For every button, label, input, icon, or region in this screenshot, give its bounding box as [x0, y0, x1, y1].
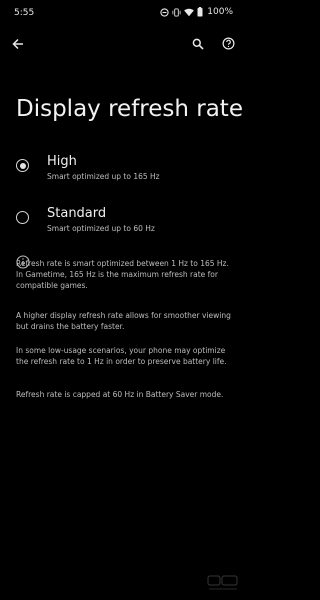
status-bar: 5:55 100%: [0, 0, 245, 26]
option-label: Standard: [47, 206, 107, 221]
radio-button-high[interactable]: [16, 159, 29, 172]
vibrate-icon: [172, 7, 181, 17]
info-paragraph: Refresh rate is smart optimized between …: [16, 259, 229, 290]
option-summary: Smart optimized up to 60 Hz: [47, 224, 155, 233]
watermark-logo: [207, 574, 239, 592]
back-button[interactable]: [8, 34, 28, 54]
help-icon: [222, 35, 235, 54]
radio-selected-dot: [19, 162, 26, 169]
search-button[interactable]: [188, 34, 208, 54]
option-label: High: [47, 154, 77, 169]
info-paragraph: A higher display refresh rate allows for…: [16, 311, 231, 331]
wifi-icon: [184, 8, 195, 17]
battery-percent: 100%: [207, 7, 233, 17]
search-icon: [192, 35, 204, 54]
toolbar: [0, 30, 245, 58]
option-standard[interactable]: Standard Smart optimized up to 60 Hz: [0, 202, 245, 246]
arrow-back-icon: [12, 35, 24, 54]
battery-icon: [197, 7, 203, 17]
option-summary: Smart optimized up to 165 Hz: [47, 172, 160, 181]
info-paragraph: In some low-usage scenarios, your phone …: [16, 346, 227, 366]
radio-button-standard[interactable]: [16, 211, 29, 224]
do-not-disturb-icon: [160, 7, 169, 17]
page-title: Display refresh rate: [16, 96, 243, 122]
info-paragraph: Refresh rate is capped at 60 Hz in Batte…: [16, 390, 224, 399]
status-icons: 100%: [160, 7, 233, 17]
option-high[interactable]: High Smart optimized up to 165 Hz: [0, 150, 245, 194]
status-time: 5:55: [14, 8, 35, 18]
help-button[interactable]: [218, 34, 238, 54]
